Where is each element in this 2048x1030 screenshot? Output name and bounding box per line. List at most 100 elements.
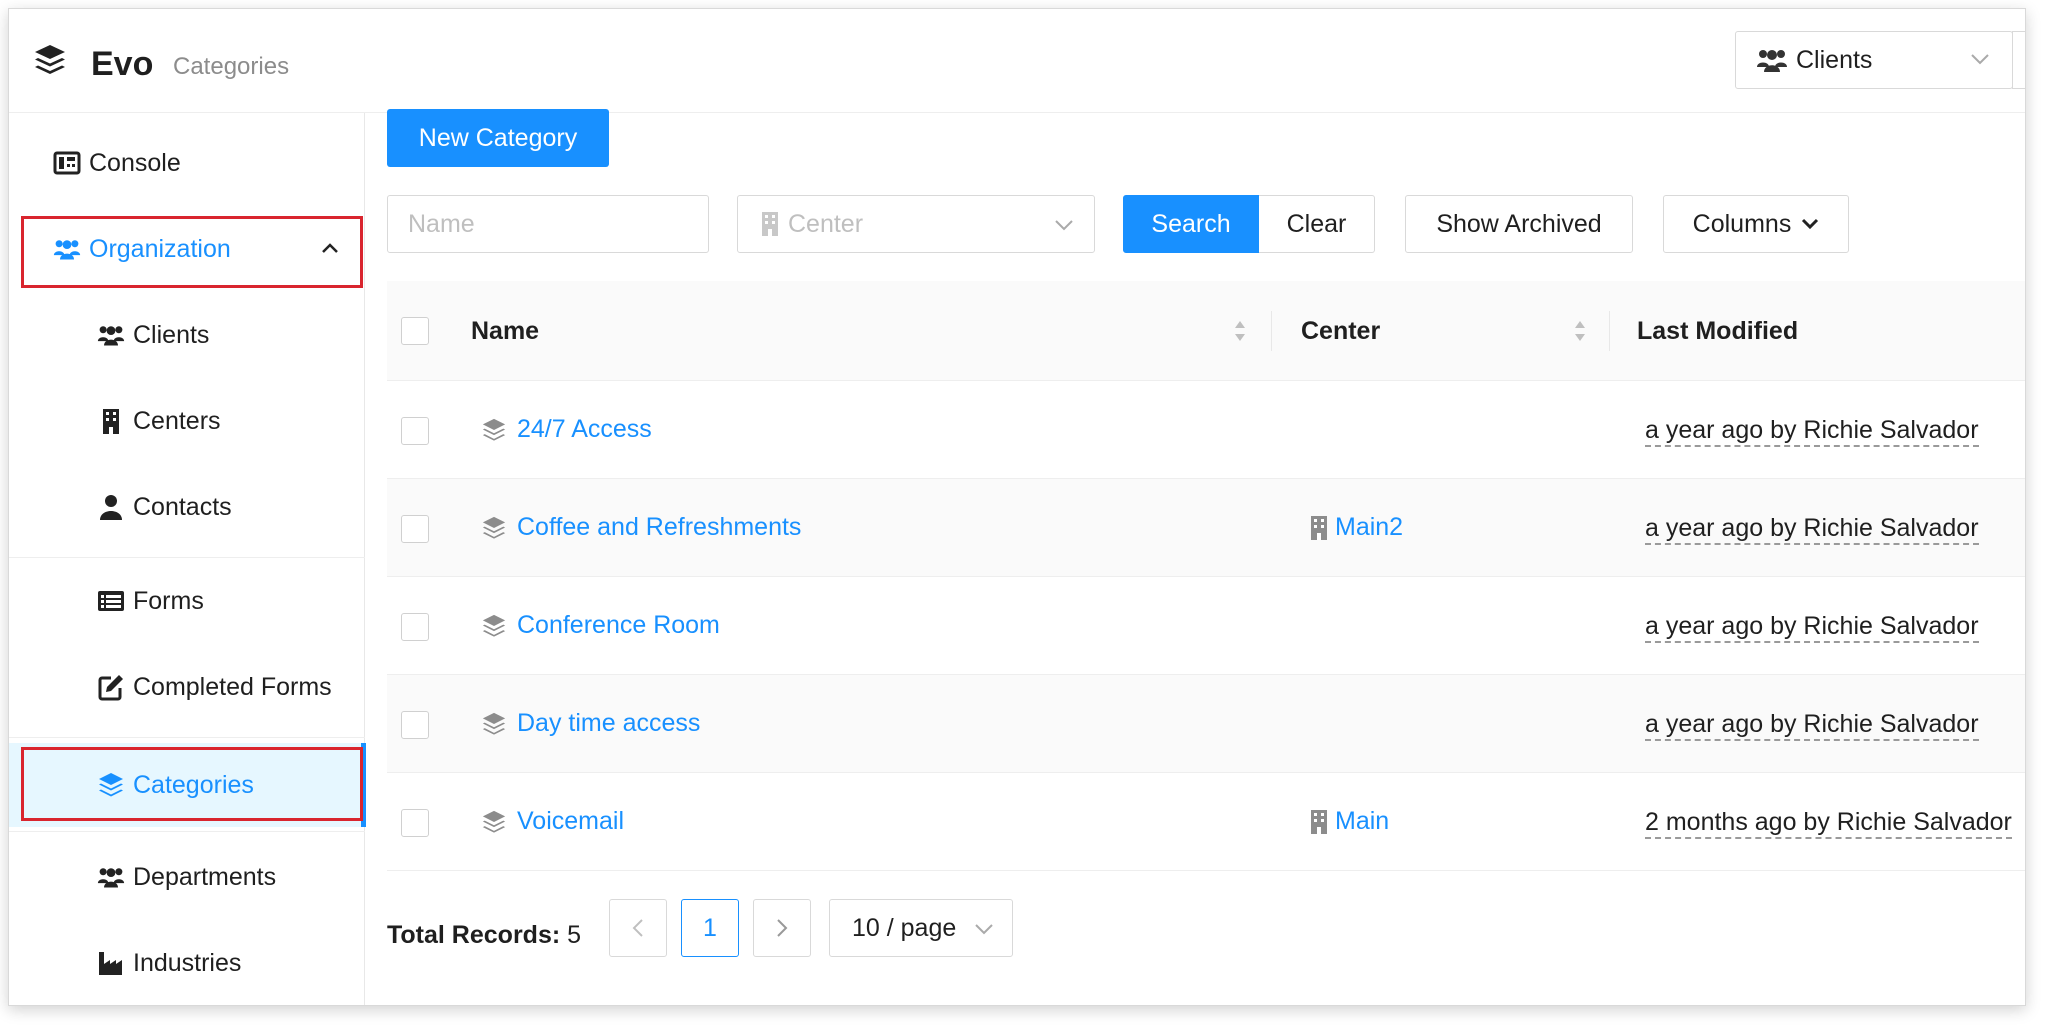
chevron-down-icon <box>975 924 993 935</box>
layers-logo-icon <box>35 45 65 74</box>
sidebar-item-console[interactable]: Console <box>9 123 365 203</box>
layers-icon <box>482 810 506 833</box>
sidebar: Console Organization Clients Centers Con… <box>9 113 366 1005</box>
clear-button[interactable]: Clear <box>1259 195 1375 253</box>
name-search-input[interactable]: Name <box>387 195 709 253</box>
chevron-down-icon <box>1971 54 1989 65</box>
row-checkbox[interactable] <box>401 613 429 641</box>
center-select-placeholder: Center <box>788 209 864 238</box>
sidebar-item-label: Completed Forms <box>133 672 332 701</box>
last-modified[interactable]: a year ago by Richie Salvador <box>1645 415 1979 447</box>
page-breadcrumb: Categories <box>173 53 290 80</box>
highlight-box-categories <box>21 747 363 821</box>
users-icon <box>1757 50 1787 72</box>
center-name: Main2 <box>1335 513 1404 541</box>
sidebar-item-departments[interactable]: Departments <box>9 837 365 917</box>
console-icon <box>51 149 83 177</box>
table-row: Day time access a year ago by Richie Sal… <box>387 675 2025 773</box>
sidebar-item-label: Departments <box>133 862 277 891</box>
building-icon <box>95 407 127 435</box>
column-header-last-modified[interactable]: Last Modified <box>1637 317 1798 346</box>
header: Evo Categories Clients <box>9 9 2025 113</box>
center-link[interactable]: Main2 <box>1309 513 1403 542</box>
row-checkbox[interactable] <box>401 417 429 445</box>
sidebar-item-completed-forms[interactable]: Completed Forms <box>9 647 365 727</box>
layers-icon <box>482 614 506 637</box>
user-icon <box>95 493 127 521</box>
table-row: Voicemail Main 2 months ago by Richie Sa… <box>387 773 2025 871</box>
sort-icon[interactable] <box>1233 317 1247 345</box>
total-records-label: Total Records: <box>387 921 561 949</box>
name-input-placeholder: Name <box>408 209 475 238</box>
industry-icon <box>95 949 127 977</box>
sidebar-item-label: Centers <box>133 406 221 435</box>
sidebar-item-centers[interactable]: Centers <box>9 381 365 461</box>
category-name-link[interactable]: Voicemail <box>517 807 624 836</box>
category-name-link[interactable]: 24/7 Access <box>517 415 652 444</box>
category-name-link[interactable]: Coffee and Refreshments <box>517 513 801 542</box>
column-separator <box>1609 311 1610 351</box>
app-name[interactable]: Evo <box>91 45 153 84</box>
last-modified[interactable]: a year ago by Richie Salvador <box>1645 709 1979 741</box>
client-select[interactable]: Clients <box>1735 31 2013 89</box>
last-modified[interactable]: 2 months ago by Richie Salvador <box>1645 807 2012 839</box>
client-select-value: Clients <box>1796 45 1873 74</box>
row-checkbox[interactable] <box>401 809 429 837</box>
column-separator <box>1271 311 1272 351</box>
next-page-button[interactable] <box>753 899 811 957</box>
layers-icon <box>482 516 506 539</box>
sidebar-item-label: Forms <box>133 586 204 615</box>
sidebar-divider <box>9 831 365 832</box>
chevron-left-icon <box>632 919 643 937</box>
center-link[interactable]: Main <box>1309 807 1389 836</box>
sidebar-item-label: Console <box>89 148 181 177</box>
edit-icon <box>95 673 127 701</box>
last-modified[interactable]: a year ago by Richie Salvador <box>1645 611 1979 643</box>
table-row: Conference Room a year ago by Richie Sal… <box>387 577 2025 675</box>
sidebar-item-label: Clients <box>133 320 210 349</box>
chevron-down-icon <box>1055 220 1073 231</box>
prev-page-button[interactable] <box>609 899 667 957</box>
columns-button[interactable]: Columns <box>1663 195 1849 253</box>
layers-icon <box>482 712 506 735</box>
new-category-button[interactable]: New Category <box>387 109 609 167</box>
building-icon <box>1311 515 1327 540</box>
select-all-checkbox[interactable] <box>401 317 429 345</box>
total-records-count: 5 <box>567 921 582 949</box>
page-size-value: 10 / page <box>852 913 957 942</box>
sidebar-item-forms[interactable]: Forms <box>9 561 365 641</box>
total-records: Total Records: 5 <box>387 921 581 950</box>
sidebar-divider <box>9 737 365 738</box>
table-row: Coffee and Refreshments Main2 a year ago… <box>387 479 2025 577</box>
center-name: Main <box>1335 807 1390 835</box>
table-header: Name Center Last Modified <box>387 281 2025 381</box>
center-select[interactable]: Center <box>737 195 1095 253</box>
sidebar-item-contacts[interactable]: Contacts <box>9 467 365 547</box>
app-window: Evo Categories Clients Console Organizat… <box>8 8 2026 1006</box>
category-name-link[interactable]: Conference Room <box>517 611 720 640</box>
sidebar-item-label: Industries <box>133 948 242 977</box>
search-button[interactable]: Search <box>1123 195 1259 253</box>
column-header-center[interactable]: Center <box>1301 317 1380 346</box>
header-extra-control[interactable] <box>2012 31 2025 89</box>
highlight-box-organization <box>21 216 363 288</box>
page-1-button[interactable]: 1 <box>681 899 739 957</box>
column-header-name[interactable]: Name <box>471 317 539 346</box>
sidebar-item-clients[interactable]: Clients <box>9 295 365 375</box>
columns-button-label: Columns <box>1692 209 1792 238</box>
sort-icon[interactable] <box>1573 317 1587 345</box>
row-checkbox[interactable] <box>401 711 429 739</box>
page-size-select[interactable]: 10 / page <box>829 899 1013 957</box>
chevron-down-icon <box>1802 218 1819 230</box>
users-icon <box>95 321 127 349</box>
building-icon <box>762 212 778 236</box>
sidebar-item-label: Contacts <box>133 492 232 521</box>
category-name-link[interactable]: Day time access <box>517 709 700 738</box>
show-archived-button[interactable]: Show Archived <box>1405 195 1633 253</box>
layers-icon <box>482 418 506 441</box>
sidebar-item-industries[interactable]: Industries <box>9 923 365 1003</box>
table-row: 24/7 Access a year ago by Richie Salvado… <box>387 381 2025 479</box>
row-checkbox[interactable] <box>401 515 429 543</box>
list-icon <box>95 587 127 615</box>
last-modified[interactable]: a year ago by Richie Salvador <box>1645 513 1979 545</box>
